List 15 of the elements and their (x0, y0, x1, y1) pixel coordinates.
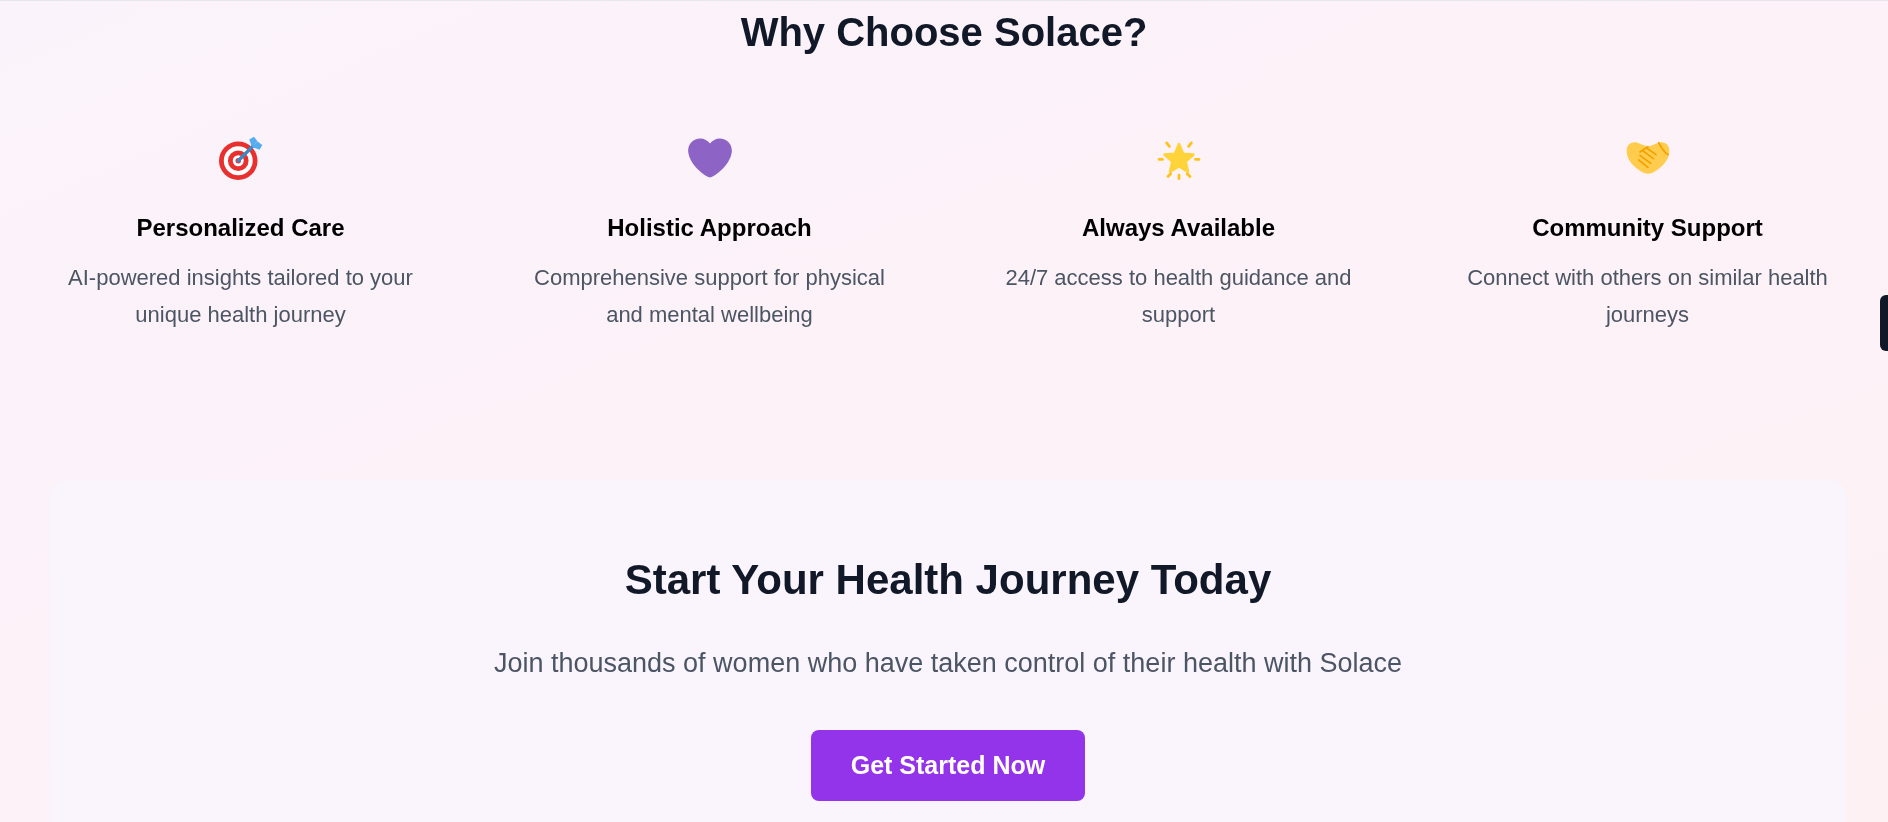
heart-icon (687, 138, 732, 178)
feature-description: 24/7 access to health guidance and support (1004, 264, 1353, 329)
cta-heading: Start Your Health Journey Today (624, 555, 1272, 605)
feature-description: Comprehensive support for physical and mental wellbeing (533, 264, 886, 329)
get-started-button[interactable]: Get Started Now (811, 730, 1085, 801)
feature-description: Connect with others on similar health journeys (1466, 264, 1829, 329)
feature-title: Community Support (1532, 213, 1763, 243)
side-tab[interactable] (1880, 295, 1888, 351)
section-heading: Why Choose Solace? (740, 9, 1148, 56)
feature-title: Personalized Care (136, 213, 345, 243)
feature-description: AI-powered insights tailored to your unique health journey (67, 264, 414, 329)
dart-target-icon (218, 136, 263, 180)
feature-title: Holistic Approach (607, 213, 812, 243)
cta-subtitle: Join thousands of women who have taken control of their health with Solace (493, 647, 1402, 680)
feature-title: Always Available (1082, 213, 1275, 243)
